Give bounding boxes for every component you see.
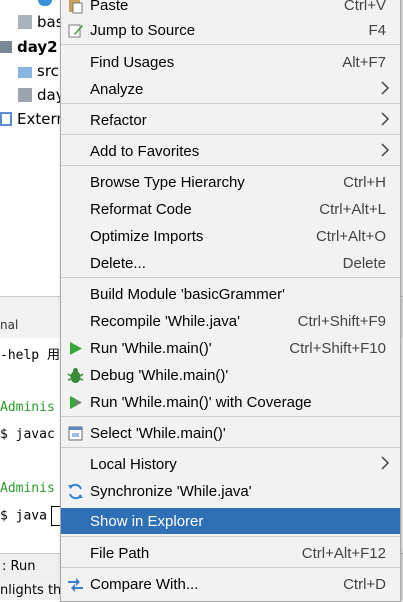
- menu-item-add-to-favorites[interactable]: Add to Favorites: [61, 138, 400, 164]
- run-tool-button[interactable]: : Run: [2, 559, 35, 574]
- menu-item-label: Delete...: [90, 254, 146, 272]
- run-icon: [70, 341, 82, 355]
- menu-item-find-usages[interactable]: Find Usages Alt+F7: [61, 49, 400, 75]
- menu-item-file-path[interactable]: File Path Ctrl+Alt+F12: [61, 540, 400, 566]
- paste-icon: [69, 0, 83, 13]
- menu-separator: [61, 103, 400, 104]
- terminal-line: $ javac: [0, 427, 55, 442]
- menu-separator: [61, 416, 400, 417]
- menu-item-label: Reformat Code: [90, 200, 192, 218]
- tree-item-label: day2: [17, 38, 58, 56]
- file-icon: [18, 88, 32, 102]
- debug-icon: [67, 367, 84, 383]
- status-text: nlights th: [0, 583, 62, 598]
- chevron-right-icon: [381, 143, 390, 157]
- menu-item-shortcut: Ctrl+Shift+F9: [297, 312, 386, 330]
- menu-item-optimize-imports[interactable]: Optimize Imports Ctrl+Alt+O: [61, 223, 400, 249]
- terminal-tab[interactable]: nal: [0, 318, 18, 332]
- menu-item-shortcut: Delete: [342, 254, 386, 272]
- menu-item-debug[interactable]: Debug 'While.main()': [61, 362, 400, 388]
- tree-item-day2[interactable]: day2: [0, 36, 58, 58]
- menu-item-analyze[interactable]: Analyze: [61, 76, 400, 102]
- compare-icon: [68, 577, 83, 592]
- library-icon: [0, 112, 12, 126]
- menu-item-label: Synchronize 'While.java': [90, 482, 252, 500]
- module-icon: [0, 41, 12, 53]
- menu-item-label: Show in Explorer: [90, 512, 204, 530]
- select-in-icon: [68, 426, 83, 440]
- menu-item-shortcut: Ctrl+Shift+F10: [289, 339, 386, 357]
- tree-item-label: Extern: [17, 110, 66, 128]
- menu-item-refactor[interactable]: Refactor: [61, 107, 400, 133]
- menu-item-recompile[interactable]: Recompile 'While.java' Ctrl+Shift+F9: [61, 308, 400, 334]
- menu-item-paste[interactable]: Paste Ctrl+V: [61, 0, 400, 18]
- menu-item-shortcut: Ctrl+D: [343, 575, 386, 593]
- menu-item-shortcut: Ctrl+Alt+O: [315, 227, 386, 245]
- menu-separator: [61, 536, 400, 537]
- menu-item-select-in[interactable]: Select 'While.main()': [61, 420, 400, 446]
- menu-item-run-with-coverage[interactable]: Run 'While.main()' with Coverage: [61, 389, 400, 415]
- menu-item-shortcut: Ctrl+V: [343, 0, 386, 14]
- tree-item-day[interactable]: day: [18, 84, 65, 106]
- menu-item-browse-type-hierarchy[interactable]: Browse Type Hierarchy Ctrl+H: [61, 169, 400, 195]
- menu-item-run[interactable]: Run 'While.main()' Ctrl+Shift+F10: [61, 335, 400, 361]
- menu-item-shortcut: Ctrl+H: [343, 173, 386, 191]
- chevron-right-icon: [381, 81, 390, 95]
- menu-item-synchronize[interactable]: Synchronize 'While.java': [61, 478, 400, 504]
- coverage-icon: [70, 395, 82, 409]
- terminal-line: -help 用: [0, 348, 60, 363]
- tree-item-bas[interactable]: bas: [18, 11, 64, 33]
- folder-icon: [18, 66, 32, 78]
- menu-item-shortcut: Ctrl+Alt+F12: [301, 544, 386, 562]
- context-menu: Paste Ctrl+V Jump to Source F4 Find Usag…: [60, 0, 401, 602]
- tree-item-label: src: [37, 62, 59, 80]
- terminal-line: $ java: [0, 508, 47, 524]
- menu-item-label: Select 'While.main()': [90, 424, 226, 442]
- synchronize-icon: [68, 483, 83, 499]
- menu-item-label: Refactor: [90, 111, 147, 129]
- menu-item-local-history[interactable]: Local History: [61, 451, 400, 477]
- chevron-right-icon: [381, 112, 390, 126]
- menu-item-shortcut: Ctrl+Alt+L: [319, 200, 386, 218]
- jump-to-source-icon: [68, 24, 83, 37]
- menu-item-label: Local History: [90, 455, 177, 473]
- selected-file-indicator: [38, 0, 52, 6]
- menu-item-label: Browse Type Hierarchy: [90, 173, 245, 191]
- menu-separator: [61, 277, 400, 278]
- menu-item-show-in-explorer[interactable]: Show in Explorer: [61, 508, 400, 534]
- menu-item-build-module[interactable]: Build Module 'basicGrammer': [61, 281, 400, 307]
- menu-item-label: Recompile 'While.java': [90, 312, 240, 330]
- menu-separator: [61, 44, 400, 45]
- tree-item-external-libraries[interactable]: Extern: [0, 108, 66, 130]
- menu-item-label: Optimize Imports: [90, 227, 204, 245]
- menu-item-label: File Path: [90, 544, 150, 562]
- menu-separator: [61, 447, 400, 448]
- terminal-line: Adminis: [0, 400, 55, 415]
- terminal-input-line[interactable]: $ java: [0, 506, 61, 526]
- menu-item-label: Paste: [90, 0, 129, 14]
- menu-item-label: Analyze: [90, 80, 144, 98]
- menu-item-jump-to-source[interactable]: Jump to Source F4: [61, 17, 400, 43]
- menu-item-label: Debug 'While.main()': [90, 366, 229, 384]
- menu-item-label: Find Usages: [90, 53, 175, 71]
- menu-item-label: Run 'While.main()': [90, 339, 212, 357]
- menu-item-label: Add to Favorites: [90, 142, 200, 160]
- menu-separator: [61, 165, 400, 166]
- menu-item-shortcut: Alt+F7: [342, 53, 386, 71]
- menu-item-label: Jump to Source: [90, 21, 196, 39]
- menu-separator: [61, 134, 400, 135]
- file-icon: [18, 15, 32, 29]
- menu-item-label: Build Module 'basicGrammer': [90, 285, 285, 303]
- menu-item-label: Compare With...: [90, 575, 199, 593]
- menu-item-shortcut: F4: [368, 21, 386, 39]
- menu-item-reformat-code[interactable]: Reformat Code Ctrl+Alt+L: [61, 196, 400, 222]
- tree-item-src[interactable]: src: [18, 60, 59, 82]
- menu-separator: [61, 567, 400, 568]
- terminal-line: Adminis: [0, 481, 55, 496]
- menu-item-delete[interactable]: Delete... Delete: [61, 250, 400, 276]
- menu-item-compare-with[interactable]: Compare With... Ctrl+D: [61, 571, 400, 597]
- menu-item-label: Run 'While.main()' with Coverage: [90, 393, 312, 411]
- chevron-right-icon: [381, 456, 390, 470]
